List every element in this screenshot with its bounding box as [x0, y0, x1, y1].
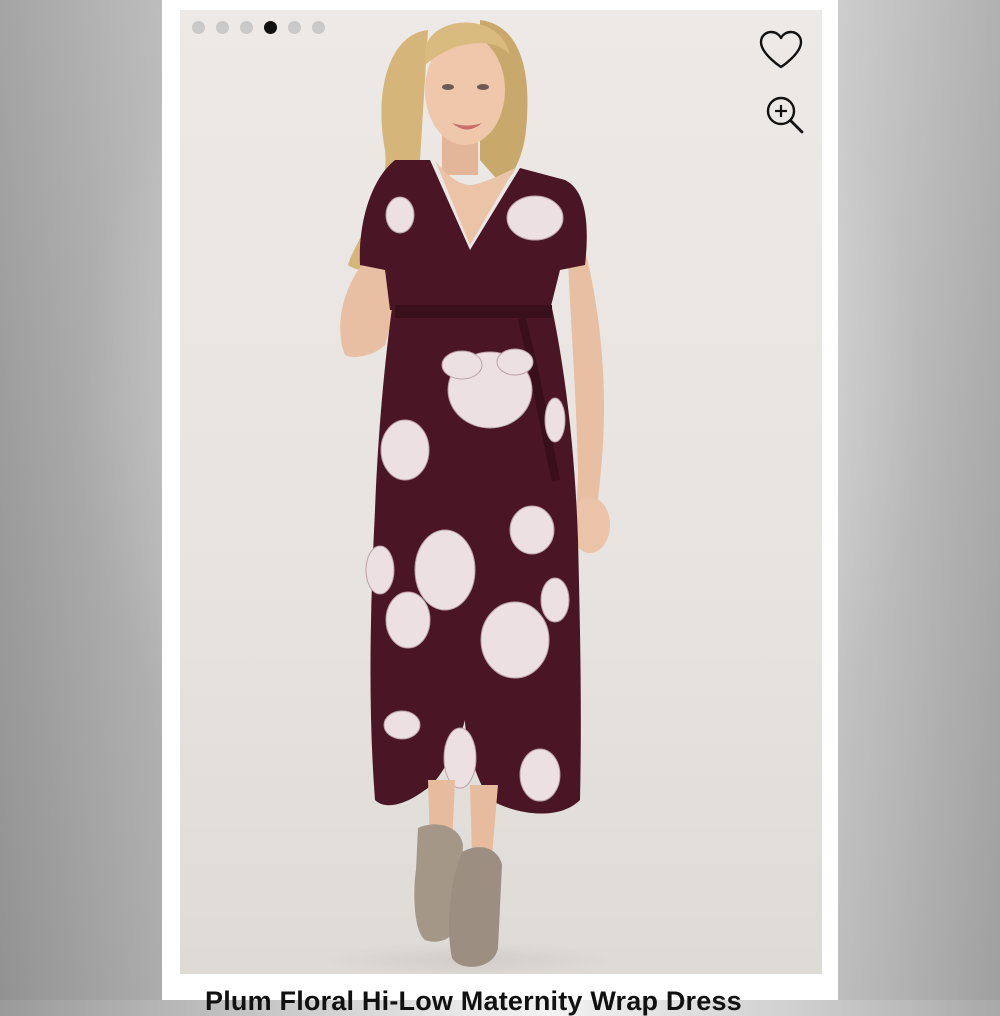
- gallery-dot-3[interactable]: [240, 21, 253, 34]
- zoom-in-icon: [766, 96, 804, 134]
- zoom-button[interactable]: [763, 93, 807, 137]
- product-photo[interactable]: [180, 10, 822, 974]
- heart-icon: [759, 30, 803, 69]
- favorite-button[interactable]: [757, 26, 805, 74]
- gallery-pagination-dots: [192, 21, 325, 34]
- product-title: Plum Floral Hi-Low Maternity Wrap Dress: [205, 986, 742, 1016]
- gallery-dot-2[interactable]: [216, 21, 229, 34]
- gallery-dot-1[interactable]: [192, 21, 205, 34]
- model-illustration: [320, 20, 620, 974]
- gallery-dot-6[interactable]: [312, 21, 325, 34]
- gallery-dot-4-active[interactable]: [264, 21, 277, 34]
- gallery-dot-5[interactable]: [288, 21, 301, 34]
